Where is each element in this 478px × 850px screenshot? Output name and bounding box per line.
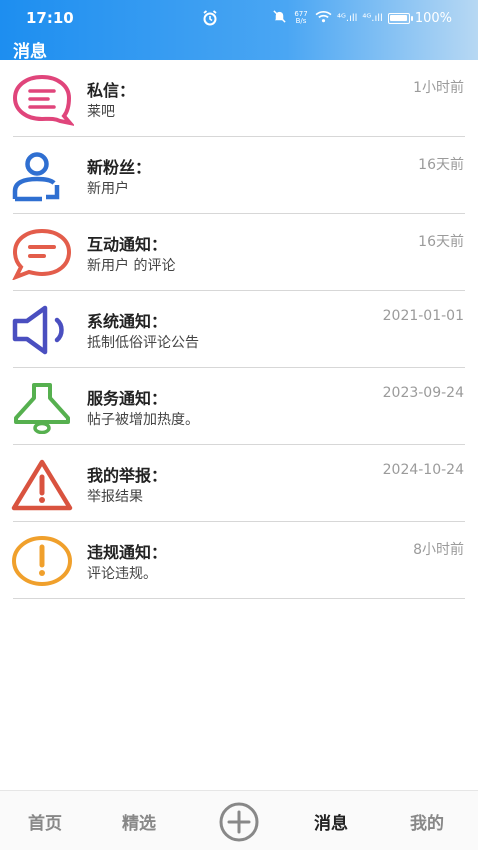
message-item-service[interactable]: 服务通知： 帖子被增加热度。 2023-09-24 [0,368,478,445]
message-time: 2023-09-24 [382,385,464,401]
tab-home[interactable]: 首页 [28,809,62,834]
message-item-my-reports[interactable]: 我的举报： 举报结果 2024-10-24 [0,445,478,522]
message-title: 违规通知： [87,543,168,562]
message-item-private[interactable]: 私信： 莱吧 1小时前 [0,60,478,137]
signal-1: ⁴ᴳ.ıll [337,12,358,24]
battery-icon [387,12,413,24]
message-time: 1小时前 [413,80,464,96]
message-time: 2024-10-24 [382,462,464,478]
net-speed-unit: B/s [295,17,307,25]
mute-icon [272,9,287,28]
message-title: 系统通知： [87,312,168,331]
status-time: 17:10 [26,9,74,27]
app-header: 17:10 677 B/s ⁴ᴳ.ıll ⁴ᴳ.ıll 100% 消息 [0,0,478,62]
speaker-icon [10,303,74,357]
message-time: 8小时前 [413,542,464,558]
chat-bubble-icon [10,72,74,126]
exclamation-icon [10,534,74,588]
bell-icon [10,380,74,434]
message-time: 16天前 [418,234,464,250]
message-title: 我的举报： [87,466,168,485]
message-item-interaction[interactable]: 互动通知： 新用户 的评论 16天前 [0,214,478,291]
tab-mine[interactable]: 我的 [410,809,444,834]
message-item-new-followers[interactable]: 新粉丝： 新用户 16天前 [0,137,478,214]
battery-percent: 100% [414,10,452,26]
message-item-system[interactable]: 系统通知： 抵制低俗评论公告 2021-01-01 [0,291,478,368]
alarm-icon [202,10,218,26]
tab-featured[interactable]: 精选 [122,809,156,834]
tab-messages[interactable]: 消息 [314,809,348,834]
bottom-tab-bar: 首页 精选 消息 我的 [0,790,478,850]
message-title: 服务通知： [87,389,168,408]
message-preview: 莱吧 [87,104,115,120]
message-preview: 新用户 的评论 [87,258,176,274]
message-list: 私信： 莱吧 1小时前 新粉丝： 新用户 16天前 互动通知： 新用户 的评论 … [0,60,478,599]
message-preview: 新用户 [87,181,129,197]
message-preview: 举报结果 [87,489,143,505]
message-title: 私信： [87,81,136,100]
message-preview: 评论违规。 [87,566,157,582]
net-speed: 677 B/s [292,11,310,25]
warning-icon [10,457,74,511]
message-time: 16天前 [418,157,464,173]
message-preview: 抵制低俗评论公告 [87,335,199,351]
message-title: 互动通知： [87,235,168,254]
comment-icon [10,226,74,280]
battery-fill [389,14,407,21]
message-title: 新粉丝： [87,158,152,177]
status-icons: 677 B/s ⁴ᴳ.ıll ⁴ᴳ.ıll 100% [272,8,452,28]
message-time: 2021-01-01 [382,308,464,324]
status-bar: 17:10 677 B/s ⁴ᴳ.ıll ⁴ᴳ.ıll 100% [0,0,478,36]
wifi-icon [315,10,332,27]
page-title: 消息 [13,42,47,62]
message-item-violation[interactable]: 违规通知： 评论违规。 8小时前 [0,522,478,599]
user-add-icon [10,149,74,203]
signal-2: ⁴ᴳ.ıll [362,12,383,24]
message-preview: 帖子被增加热度。 [87,412,199,428]
plus-circle-icon[interactable] [218,801,260,843]
